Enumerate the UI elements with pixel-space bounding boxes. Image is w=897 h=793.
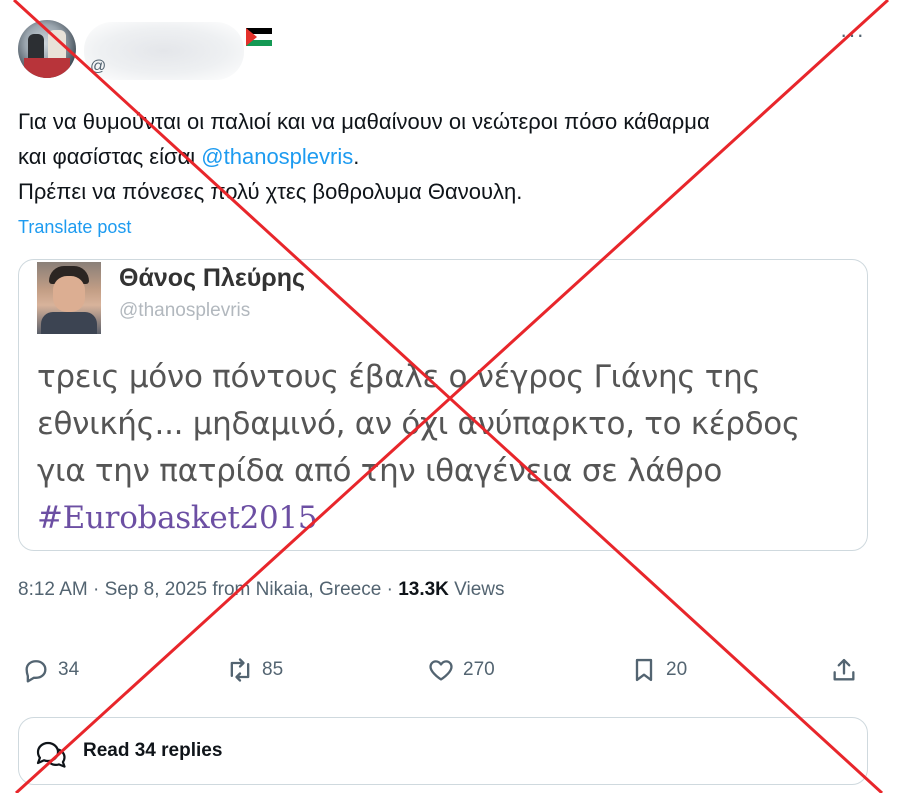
- post-meta: 8:12 AM · Sep 8, 2025 from Nikaia, Greec…: [18, 579, 505, 601]
- reply-count: 34: [58, 659, 80, 680]
- quoted-author-handle: @thanosplevris: [119, 300, 251, 321]
- conversation-icon: [36, 741, 66, 768]
- palestine-flag-icon: [246, 28, 272, 46]
- bookmark-button[interactable]: 20: [630, 648, 687, 692]
- views-count: 13.3K: [398, 579, 449, 600]
- like-count: 270: [463, 659, 495, 680]
- read-replies-label: Read 34 replies: [83, 740, 223, 761]
- avatar-face: [53, 276, 85, 312]
- quoted-screenshot-card[interactable]: Θάνος Πλεύρης @thanosplevris τρεις μόνο …: [18, 259, 868, 551]
- post-timestamp[interactable]: 8:12 AM · Sep 8, 2025 from Nikaia, Greec…: [18, 579, 398, 600]
- avatar-suit: [41, 312, 97, 334]
- quoted-line: εθνικής... μηδαμινό, αν όχι ανύπαρκτο, τ…: [37, 406, 800, 442]
- quoted-line: τρεις μόνο πόντους έβαλε ο νέγρος Γιάνης…: [37, 359, 761, 395]
- quoted-author-name: Θάνος Πλεύρης: [119, 264, 306, 292]
- quoted-text: τρεις μόνο πόντους έβαλε ο νέγρος Γιάνης…: [37, 354, 867, 542]
- repost-icon: [230, 658, 250, 682]
- author-handle[interactable]: @: [90, 58, 106, 76]
- avatar-figure: [24, 58, 70, 78]
- post-line: και φασίστας είσαι @thanosplevris.: [18, 139, 878, 174]
- views-label: Views: [448, 579, 505, 600]
- action-bar: 34 85 270 20: [0, 648, 897, 692]
- repost-count: 85: [262, 659, 284, 680]
- post-text: Για να θυμούνται οι παλιοί και να μαθαίν…: [18, 104, 878, 209]
- heart-icon: [429, 660, 453, 681]
- share-icon: [833, 658, 855, 681]
- reply-button[interactable]: 34: [22, 648, 79, 692]
- bookmark-count: 20: [666, 659, 688, 680]
- quoted-avatar: [37, 262, 101, 334]
- read-replies-button[interactable]: Read 34 replies: [18, 717, 868, 785]
- quoted-line: για την πατρίδα από την ιθαγένεια σε λάθ…: [37, 453, 723, 489]
- post-text-segment: και φασίστας είσαι: [18, 144, 202, 169]
- author-avatar[interactable]: [18, 20, 76, 78]
- translate-post-link[interactable]: Translate post: [18, 217, 131, 238]
- post-text-segment: .: [353, 144, 360, 169]
- repost-button[interactable]: 85: [226, 648, 283, 692]
- share-button[interactable]: [830, 648, 858, 692]
- post-line: Πρέπει να πόνεσες πολύ χτες βοθρολυμα Θα…: [18, 179, 523, 204]
- reply-icon: [25, 660, 47, 683]
- like-button[interactable]: 270: [427, 648, 495, 692]
- author-name-redacted[interactable]: [84, 22, 244, 80]
- quoted-hashtag: #Eurobasket2015: [37, 500, 318, 536]
- post-line: Για να θυμούνται οι παλιοί και να μαθαίν…: [18, 109, 710, 134]
- bookmark-icon: [635, 658, 653, 682]
- more-options-button[interactable]: ···: [840, 22, 865, 48]
- mention-link[interactable]: @thanosplevris: [201, 144, 353, 169]
